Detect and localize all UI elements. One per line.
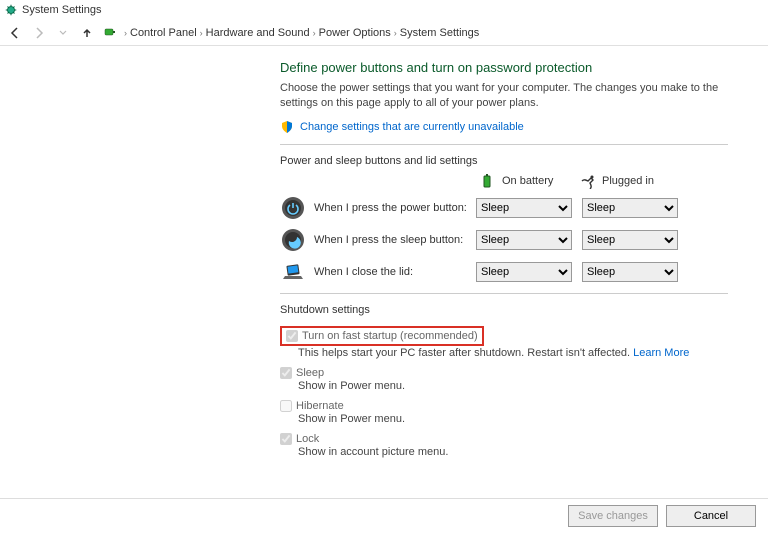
power-button-plugged-select[interactable]: Sleep	[582, 198, 678, 218]
fast-startup-checkbox[interactable]	[286, 330, 298, 342]
recent-dropdown[interactable]	[54, 24, 72, 42]
settings-icon	[4, 3, 18, 17]
row-label: When I press the power button:	[314, 202, 476, 214]
breadcrumb-item[interactable]: Control Panel	[130, 27, 197, 39]
lock-item: Lock Show in account picture menu.	[280, 433, 728, 458]
lock-label: Lock	[296, 433, 319, 445]
row-label: When I close the lid:	[314, 266, 476, 278]
save-button[interactable]: Save changes	[568, 505, 658, 527]
laptop-lid-icon	[280, 259, 306, 285]
page-heading: Define power buttons and turn on passwor…	[280, 60, 728, 75]
lock-checkbox[interactable]	[280, 433, 292, 445]
fast-startup-label: Turn on fast startup (recommended)	[302, 330, 478, 342]
sleep-button-icon	[280, 227, 306, 253]
sleep-button-battery-select[interactable]: Sleep	[476, 230, 572, 250]
hibernate-label: Hibernate	[296, 400, 344, 412]
section-label: Power and sleep buttons and lid settings	[280, 155, 484, 167]
shutdown-section: Shutdown settings Turn on fast startup (…	[280, 293, 728, 458]
plugged-label: Plugged in	[602, 175, 654, 187]
close-lid-row: When I close the lid: Sleep Sleep	[280, 259, 728, 285]
hibernate-checkbox[interactable]	[280, 400, 292, 412]
nav-bar: › Control Panel › Hardware and Sound › P…	[0, 20, 768, 46]
battery-column-header: On battery	[480, 173, 580, 189]
chevron-icon: ›	[394, 28, 397, 38]
row-label: When I press the sleep button:	[314, 234, 476, 246]
sleep-button-plugged-select[interactable]: Sleep	[582, 230, 678, 250]
fast-startup-sub: This helps start your PC faster after sh…	[298, 347, 728, 359]
section-label: Shutdown settings	[280, 304, 376, 316]
cancel-button[interactable]: Cancel	[666, 505, 756, 527]
lock-sub: Show in account picture menu.	[298, 446, 728, 458]
learn-more-link[interactable]: Learn More	[633, 347, 689, 359]
breadcrumb-item[interactable]: Power Options	[319, 27, 391, 39]
sleep-sub: Show in Power menu.	[298, 380, 728, 392]
chevron-icon: ›	[124, 28, 127, 38]
highlight-box: Turn on fast startup (recommended)	[280, 326, 484, 346]
close-lid-battery-select[interactable]: Sleep	[476, 262, 572, 282]
power-buttons-section: Power and sleep buttons and lid settings…	[280, 144, 728, 285]
page-subtext: Choose the power settings that you want …	[280, 81, 728, 112]
breadcrumb: › Control Panel › Hardware and Sound › P…	[124, 27, 479, 39]
power-button-icon	[280, 195, 306, 221]
back-button[interactable]	[6, 24, 24, 42]
sleep-label: Sleep	[296, 367, 324, 379]
sleep-item: Sleep Show in Power menu.	[280, 367, 728, 392]
plug-icon	[580, 173, 596, 189]
shield-icon	[280, 120, 294, 134]
power-plan-icon	[102, 25, 118, 41]
breadcrumb-item[interactable]: Hardware and Sound	[206, 27, 310, 39]
hibernate-sub: Show in Power menu.	[298, 413, 728, 425]
window-title: System Settings	[22, 4, 101, 16]
up-button[interactable]	[78, 24, 96, 42]
elevation-link-row: Change settings that are currently unava…	[280, 120, 728, 134]
footer: Save changes Cancel	[0, 498, 768, 527]
sleep-checkbox[interactable]	[280, 367, 292, 379]
chevron-icon: ›	[200, 28, 203, 38]
column-headers: On battery Plugged in	[280, 173, 728, 189]
titlebar: System Settings	[0, 0, 768, 20]
fast-startup-item: Turn on fast startup (recommended) This …	[280, 326, 728, 359]
breadcrumb-item[interactable]: System Settings	[400, 27, 479, 39]
sleep-button-row: When I press the sleep button: Sleep Sle…	[280, 227, 728, 253]
forward-button[interactable]	[30, 24, 48, 42]
battery-icon	[480, 173, 496, 189]
battery-label: On battery	[502, 175, 553, 187]
plugged-column-header: Plugged in	[580, 173, 680, 189]
power-button-row: When I press the power button: Sleep Sle…	[280, 195, 728, 221]
change-settings-link[interactable]: Change settings that are currently unava…	[300, 121, 524, 133]
close-lid-plugged-select[interactable]: Sleep	[582, 262, 678, 282]
power-button-battery-select[interactable]: Sleep	[476, 198, 572, 218]
hibernate-item: Hibernate Show in Power menu.	[280, 400, 728, 425]
main-content: Define power buttons and turn on passwor…	[0, 46, 768, 458]
chevron-icon: ›	[313, 28, 316, 38]
